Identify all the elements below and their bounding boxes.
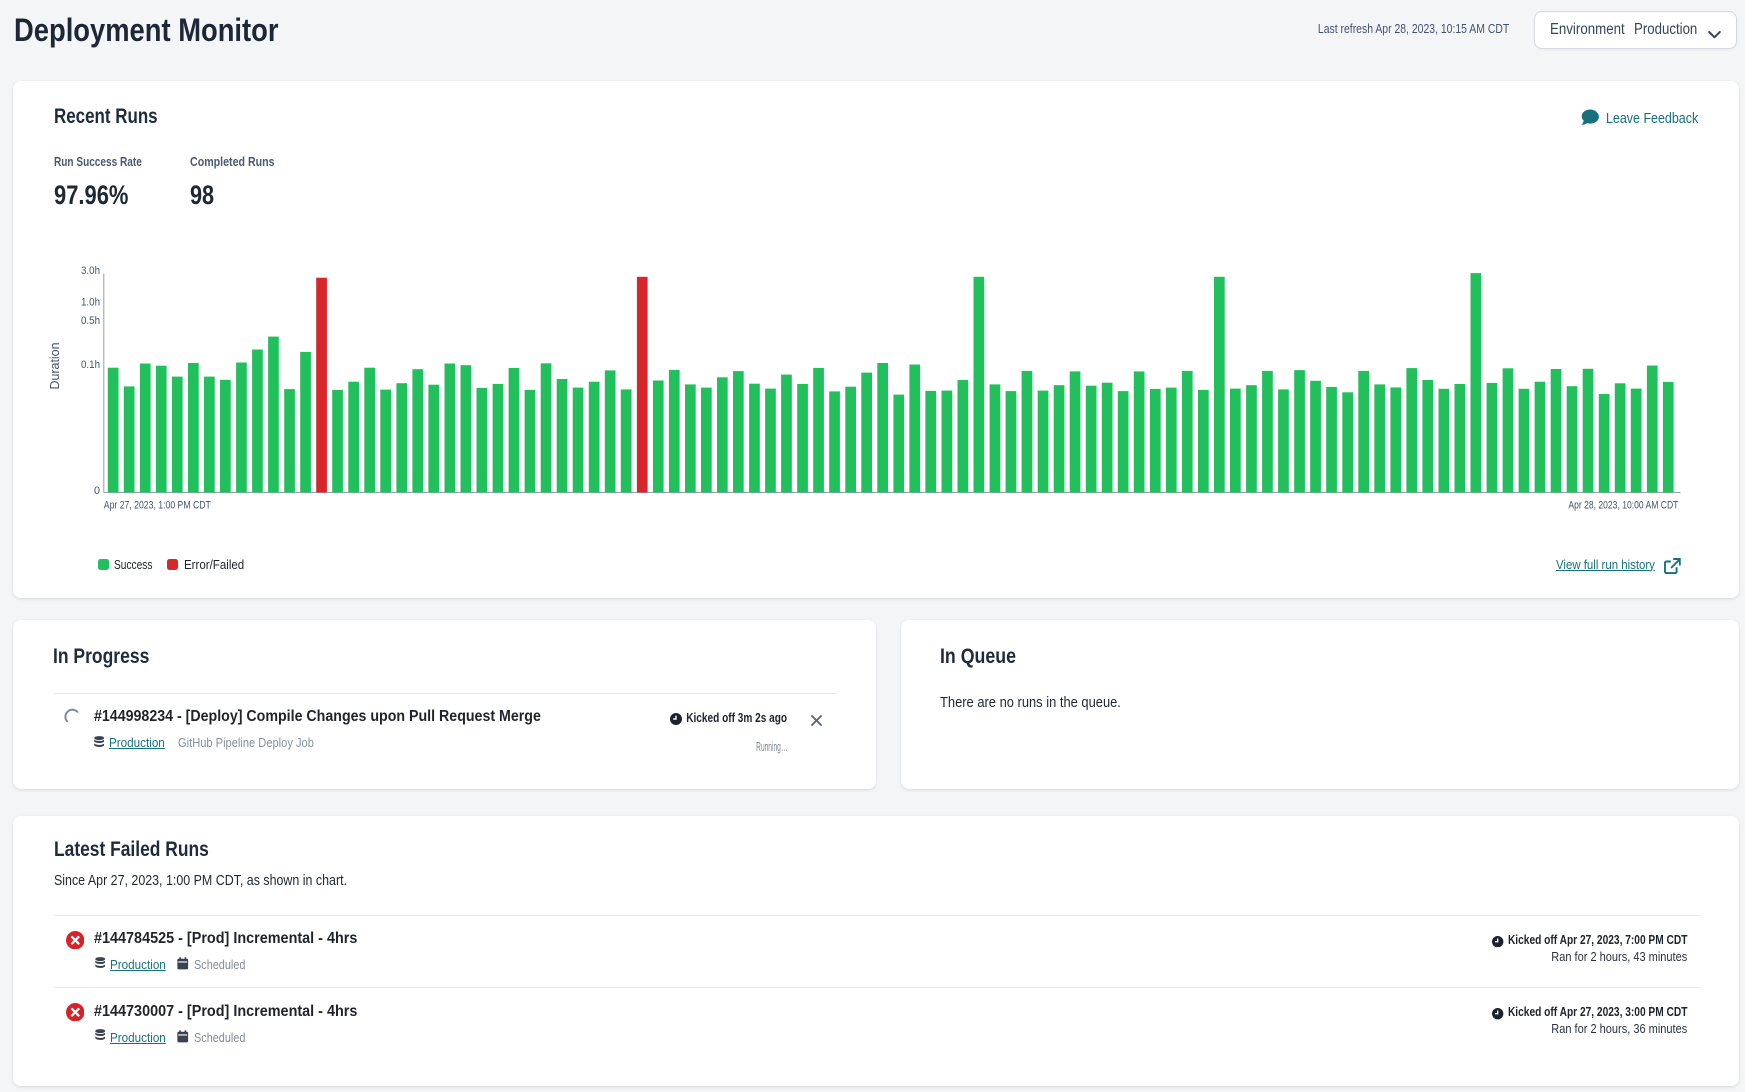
svg-text:Duration: Duration <box>48 342 62 389</box>
svg-text:3.0h: 3.0h <box>81 265 100 277</box>
svg-text:Apr 27, 2023, 1:00 PM CDT: Apr 27, 2023, 1:00 PM CDT <box>104 499 211 511</box>
svg-text:1.0h: 1.0h <box>81 296 100 308</box>
svg-text:0.1h: 0.1h <box>81 359 100 371</box>
svg-text:Apr 28, 2023, 10:00 AM CDT: Apr 28, 2023, 10:00 AM CDT <box>1568 499 1678 511</box>
svg-text:0.5h: 0.5h <box>81 315 100 327</box>
svg-text:0: 0 <box>94 485 100 497</box>
